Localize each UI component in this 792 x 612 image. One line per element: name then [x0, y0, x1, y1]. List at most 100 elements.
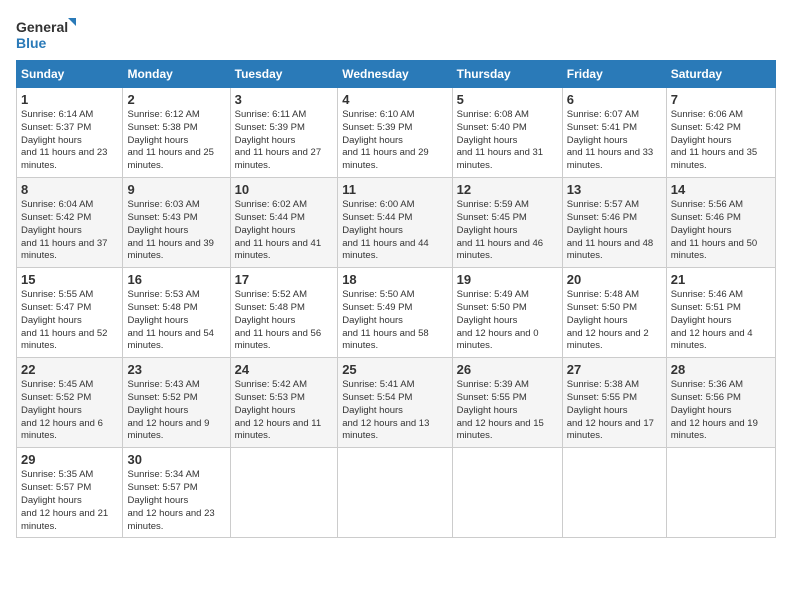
- day-info: Sunrise: 6:12 AMSunset: 5:38 PMDaylight …: [127, 109, 225, 173]
- day-info: Sunrise: 5:50 AMSunset: 5:49 PMDaylight …: [342, 289, 447, 353]
- calendar-cell: 21 Sunrise: 5:46 AMSunset: 5:51 PMDayligh…: [666, 268, 775, 358]
- day-number: 10: [235, 182, 334, 197]
- day-number: 13: [567, 182, 662, 197]
- header-row: SundayMondayTuesdayWednesdayThursdayFrid…: [17, 61, 776, 88]
- calendar-cell: 26Sunrise: 5:39 AMSunset: 5:55 PMDayligh…: [452, 358, 562, 448]
- calendar-cell: [452, 448, 562, 538]
- day-info: Sunrise: 6:03 AMSunset: 5:43 PMDaylight …: [127, 199, 225, 263]
- day-number: 9: [127, 182, 225, 197]
- day-info: Sunrise: 5:59 AMSunset: 5:45 PMDaylight …: [457, 199, 558, 263]
- calendar-cell: [666, 448, 775, 538]
- calendar-cell: 29Sunrise: 5:35 AMSunset: 5:57 PMDayligh…: [17, 448, 123, 538]
- calendar-cell: 9 Sunrise: 6:03 AMSunset: 5:43 PMDaylight…: [123, 178, 230, 268]
- day-info: Sunrise: 5:45 AMSunset: 5:52 PMDaylight …: [21, 379, 118, 443]
- day-number: 24: [235, 362, 334, 377]
- day-info: Sunrise: 5:34 AMSunset: 5:57 PMDaylight …: [127, 469, 225, 533]
- calendar-cell: 15 Sunrise: 5:55 AMSunset: 5:47 PMDayligh…: [17, 268, 123, 358]
- calendar-cell: 14 Sunrise: 5:56 AMSunset: 5:46 PMDayligh…: [666, 178, 775, 268]
- day-header-tuesday: Tuesday: [230, 61, 338, 88]
- calendar-cell: [338, 448, 452, 538]
- day-number: 20: [567, 272, 662, 287]
- day-number: 4: [342, 92, 447, 107]
- calendar-cell: [230, 448, 338, 538]
- day-info: Sunrise: 5:56 AMSunset: 5:46 PMDaylight …: [671, 199, 771, 263]
- day-number: 14: [671, 182, 771, 197]
- calendar-cell: 7 Sunrise: 6:06 AMSunset: 5:42 PMDaylight…: [666, 88, 775, 178]
- calendar-cell: 30Sunrise: 5:34 AMSunset: 5:57 PMDayligh…: [123, 448, 230, 538]
- calendar-cell: 8 Sunrise: 6:04 AMSunset: 5:42 PMDaylight…: [17, 178, 123, 268]
- day-number: 7: [671, 92, 771, 107]
- calendar-cell: 18 Sunrise: 5:50 AMSunset: 5:49 PMDayligh…: [338, 268, 452, 358]
- calendar-cell: 2 Sunrise: 6:12 AMSunset: 5:38 PMDaylight…: [123, 88, 230, 178]
- calendar-cell: 22 Sunrise: 5:45 AMSunset: 5:52 PMDayligh…: [17, 358, 123, 448]
- day-info: Sunrise: 5:39 AMSunset: 5:55 PMDaylight …: [457, 379, 558, 443]
- day-number: 11: [342, 182, 447, 197]
- calendar-week-row: 22 Sunrise: 5:45 AMSunset: 5:52 PMDayligh…: [17, 358, 776, 448]
- day-info: Sunrise: 6:04 AMSunset: 5:42 PMDaylight …: [21, 199, 118, 263]
- calendar-cell: 1Sunrise: 6:14 AMSunset: 5:37 PMDaylight…: [17, 88, 123, 178]
- calendar-cell: 24 Sunrise: 5:42 AMSunset: 5:53 PMDayligh…: [230, 358, 338, 448]
- calendar-cell: 27Sunrise: 5:38 AMSunset: 5:55 PMDayligh…: [562, 358, 666, 448]
- day-number: 3: [235, 92, 334, 107]
- calendar-cell: 4 Sunrise: 6:10 AMSunset: 5:39 PMDaylight…: [338, 88, 452, 178]
- day-number: 8: [21, 182, 118, 197]
- calendar-table: SundayMondayTuesdayWednesdayThursdayFrid…: [16, 60, 776, 538]
- day-info: Sunrise: 5:57 AMSunset: 5:46 PMDaylight …: [567, 199, 662, 263]
- day-number: 22: [21, 362, 118, 377]
- day-number: 12: [457, 182, 558, 197]
- day-number: 17: [235, 272, 334, 287]
- day-number: 18: [342, 272, 447, 287]
- day-number: 21: [671, 272, 771, 287]
- svg-text:Blue: Blue: [16, 35, 47, 51]
- logo: General Blue: [16, 16, 76, 52]
- calendar-cell: [562, 448, 666, 538]
- day-info: Sunrise: 6:06 AMSunset: 5:42 PMDaylight …: [671, 109, 771, 173]
- day-number: 23: [127, 362, 225, 377]
- calendar-week-row: 15 Sunrise: 5:55 AMSunset: 5:47 PMDayligh…: [17, 268, 776, 358]
- day-info: Sunrise: 6:02 AMSunset: 5:44 PMDaylight …: [235, 199, 334, 263]
- day-info: Sunrise: 5:48 AMSunset: 5:50 PMDaylight …: [567, 289, 662, 353]
- day-number: 29: [21, 452, 118, 467]
- day-number: 6: [567, 92, 662, 107]
- day-header-monday: Monday: [123, 61, 230, 88]
- day-info: Sunrise: 5:41 AMSunset: 5:54 PMDaylight …: [342, 379, 447, 443]
- calendar-cell: 5Sunrise: 6:08 AMSunset: 5:40 PMDaylight…: [452, 88, 562, 178]
- day-info: Sunrise: 5:42 AMSunset: 5:53 PMDaylight …: [235, 379, 334, 443]
- day-header-saturday: Saturday: [666, 61, 775, 88]
- calendar-cell: 6Sunrise: 6:07 AMSunset: 5:41 PMDaylight…: [562, 88, 666, 178]
- calendar-cell: 19 Sunrise: 5:49 AMSunset: 5:50 PMDayligh…: [452, 268, 562, 358]
- day-info: Sunrise: 5:43 AMSunset: 5:52 PMDaylight …: [127, 379, 225, 443]
- calendar-cell: 13 Sunrise: 5:57 AMSunset: 5:46 PMDayligh…: [562, 178, 666, 268]
- calendar-week-row: 1Sunrise: 6:14 AMSunset: 5:37 PMDaylight…: [17, 88, 776, 178]
- calendar-cell: 17 Sunrise: 5:52 AMSunset: 5:48 PMDayligh…: [230, 268, 338, 358]
- day-info: Sunrise: 6:08 AMSunset: 5:40 PMDaylight …: [457, 109, 558, 173]
- calendar-cell: 10 Sunrise: 6:02 AMSunset: 5:44 PMDayligh…: [230, 178, 338, 268]
- day-info: Sunrise: 5:36 AMSunset: 5:56 PMDaylight …: [671, 379, 771, 443]
- page-header: General Blue: [16, 16, 776, 52]
- day-info: Sunrise: 6:14 AMSunset: 5:37 PMDaylight …: [21, 109, 118, 173]
- day-header-wednesday: Wednesday: [338, 61, 452, 88]
- day-info: Sunrise: 5:49 AMSunset: 5:50 PMDaylight …: [457, 289, 558, 353]
- day-info: Sunrise: 6:00 AMSunset: 5:44 PMDaylight …: [342, 199, 447, 263]
- day-number: 27: [567, 362, 662, 377]
- calendar-cell: 16Sunrise: 5:53 AMSunset: 5:48 PMDayligh…: [123, 268, 230, 358]
- day-number: 28: [671, 362, 771, 377]
- day-info: Sunrise: 5:52 AMSunset: 5:48 PMDaylight …: [235, 289, 334, 353]
- day-number: 15: [21, 272, 118, 287]
- day-info: Sunrise: 6:11 AMSunset: 5:39 PMDaylight …: [235, 109, 334, 173]
- day-header-friday: Friday: [562, 61, 666, 88]
- calendar-cell: 12 Sunrise: 5:59 AMSunset: 5:45 PMDayligh…: [452, 178, 562, 268]
- calendar-cell: 23 Sunrise: 5:43 AMSunset: 5:52 PMDayligh…: [123, 358, 230, 448]
- day-number: 16: [127, 272, 225, 287]
- day-info: Sunrise: 5:46 AMSunset: 5:51 PMDaylight …: [671, 289, 771, 353]
- day-info: Sunrise: 6:10 AMSunset: 5:39 PMDaylight …: [342, 109, 447, 173]
- day-header-sunday: Sunday: [17, 61, 123, 88]
- day-number: 25: [342, 362, 447, 377]
- calendar-week-row: 29Sunrise: 5:35 AMSunset: 5:57 PMDayligh…: [17, 448, 776, 538]
- day-info: Sunrise: 5:55 AMSunset: 5:47 PMDaylight …: [21, 289, 118, 353]
- calendar-cell: 11 Sunrise: 6:00 AMSunset: 5:44 PMDayligh…: [338, 178, 452, 268]
- day-number: 19: [457, 272, 558, 287]
- day-header-thursday: Thursday: [452, 61, 562, 88]
- day-number: 2: [127, 92, 225, 107]
- svg-text:General: General: [16, 19, 68, 35]
